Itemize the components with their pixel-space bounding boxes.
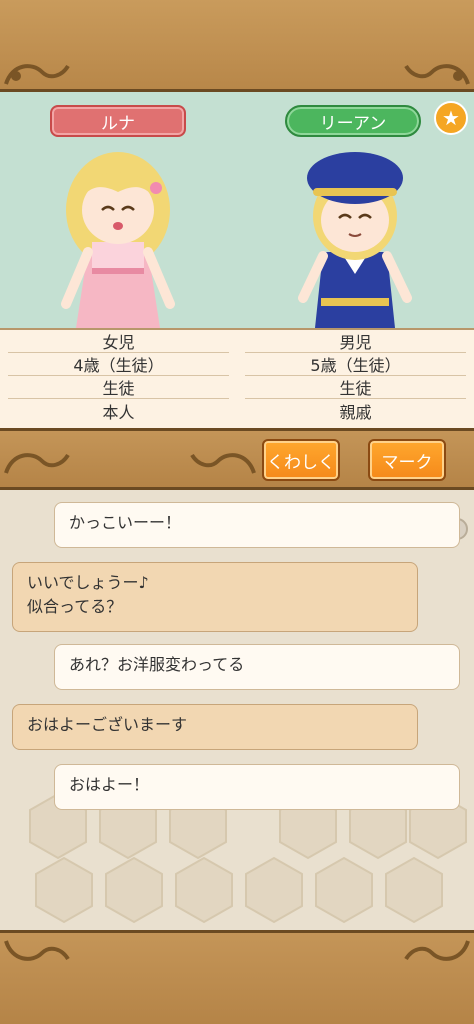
corner-ornament-icon — [404, 64, 470, 85]
role-value: 生徒 — [8, 376, 229, 399]
action-toolbar: くわしく マーク — [0, 428, 474, 490]
age-value: 4歳（生徒） — [8, 353, 229, 376]
corner-ornament-icon — [4, 940, 70, 961]
role-value: 生徒 — [245, 376, 466, 399]
gender-value: 女児 — [8, 330, 229, 353]
relation-value: 本人 — [102, 402, 135, 422]
chat-message: あれ？お洋服変わってる — [54, 644, 460, 690]
age-value: 5歳（生徒） — [245, 353, 466, 376]
character-comparison: ルナ 女児 4歳（生徒） 生徒 本人 リーアン ★ 男児 5歳（生徒） 生徒 親… — [0, 92, 474, 428]
chat-log[interactable]: かっこいーー！ いいでしょうー♪ 似合ってる？ あれ？お洋服変わってる おはよー… — [0, 490, 474, 930]
character-name-tag: ルナ — [50, 105, 186, 137]
relation-value: 親戚 — [339, 402, 372, 422]
mark-button[interactable]: マーク — [368, 439, 446, 481]
character-card-left[interactable]: ルナ 女児 4歳（生徒） 生徒 本人 — [0, 92, 237, 428]
character-name-tag: リーアン — [285, 105, 421, 137]
top-frame — [0, 0, 474, 92]
character-info: 女児 4歳（生徒） 生徒 本人 — [0, 328, 237, 428]
corner-ornament-icon — [4, 64, 70, 85]
chat-message: いいでしょうー♪ 似合ってる？ — [12, 562, 418, 632]
corner-ornament-icon — [190, 453, 256, 474]
star-icon: ★ — [434, 101, 468, 135]
chat-message: かっこいーー！ — [54, 502, 460, 548]
bottom-frame — [0, 930, 474, 1024]
character-card-right[interactable]: リーアン ★ 男児 5歳（生徒） 生徒 親戚 — [237, 92, 474, 428]
corner-ornament-icon — [4, 453, 70, 474]
corner-ornament-icon — [404, 940, 470, 961]
chat-message: おはよーございまーす — [12, 704, 418, 750]
character-info: 男児 5歳（生徒） 生徒 親戚 — [237, 328, 474, 428]
gender-value: 男児 — [245, 330, 466, 353]
chat-message: おはよー！ — [54, 764, 460, 810]
details-button[interactable]: くわしく — [262, 439, 340, 481]
